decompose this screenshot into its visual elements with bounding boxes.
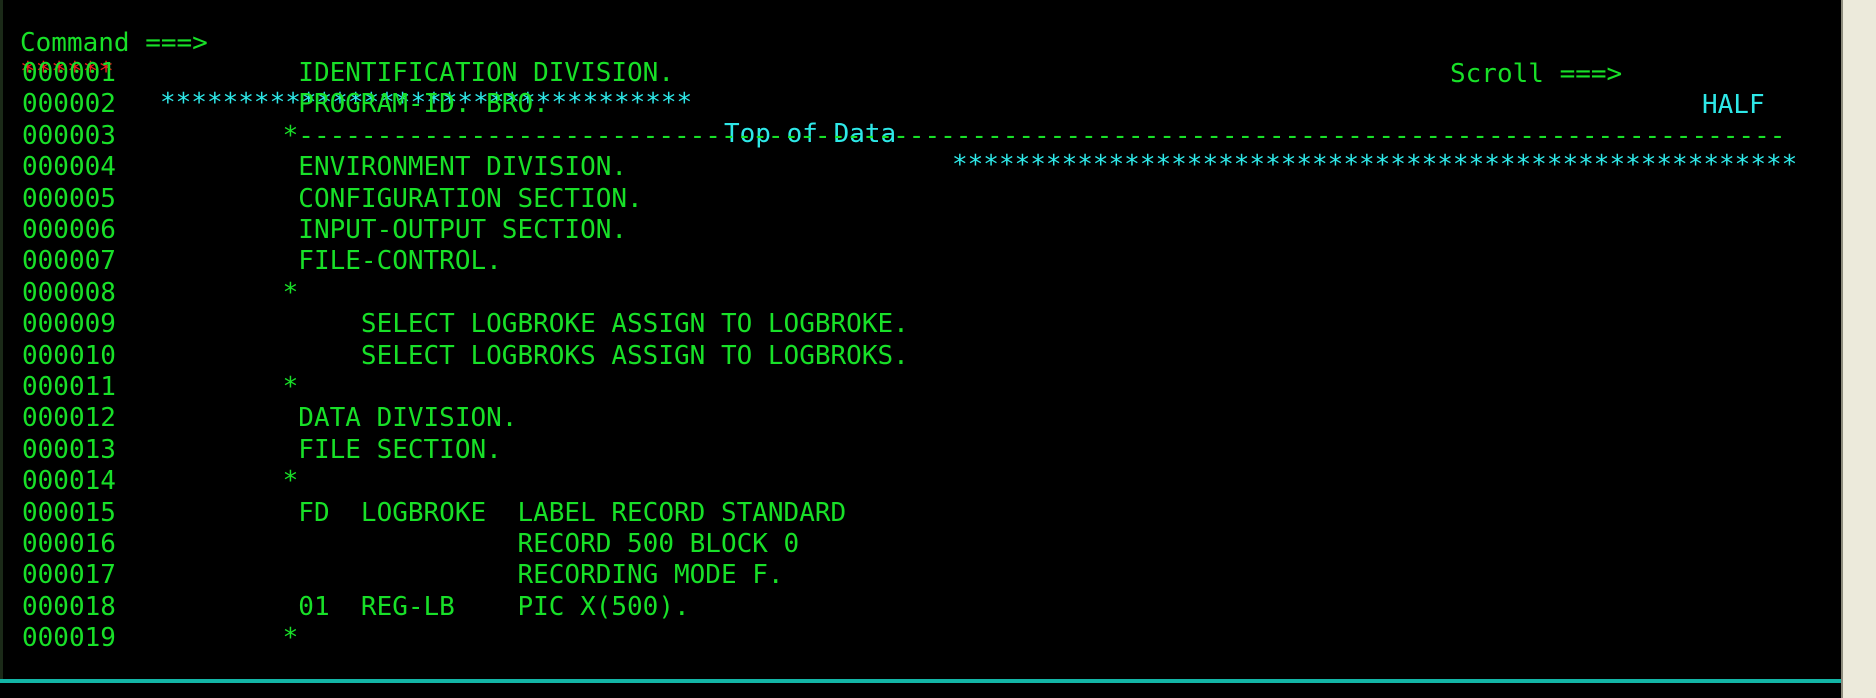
line-text[interactable]: RECORD 500 BLOCK 0 — [267, 529, 799, 560]
line-text[interactable]: INPUT-OUTPUT SECTION. — [267, 215, 627, 246]
line-text[interactable]: 01 REG-LB PIC X(500). — [267, 592, 689, 623]
source-line[interactable]: 000016 RECORD 500 BLOCK 0 — [0, 529, 1843, 560]
line-number: 000002 — [22, 89, 116, 120]
top-of-data-banner: ****** *********************************… — [0, 26, 1843, 180]
source-line[interactable]: 000009 SELECT LOGBROKE ASSIGN TO LOGBROK… — [0, 309, 1843, 340]
source-line[interactable]: 000013 FILE SECTION. — [0, 435, 1843, 466]
line-number: 000001 — [22, 58, 116, 88]
line-text[interactable]: FD LOGBROKE LABEL RECORD STANDARD — [267, 498, 846, 529]
line-number: 000008 — [22, 277, 116, 308]
line-number: 000011 — [22, 372, 116, 402]
source-line[interactable]: 000006 INPUT-OUTPUT SECTION. — [0, 215, 1843, 246]
line-text[interactable]: * — [267, 623, 299, 654]
source-line[interactable]: 000018 01 REG-LB PIC X(500). — [0, 592, 1843, 623]
line-number: 000012 — [22, 403, 116, 434]
source-line[interactable]: 000001 IDENTIFICATION DIVISION. — [0, 58, 1843, 89]
line-number: 000017 — [22, 560, 116, 591]
line-number: 000009 — [22, 309, 116, 340]
source-line[interactable]: 000004 ENVIRONMENT DIVISION. — [0, 152, 1843, 183]
line-text[interactable]: DATA DIVISION. — [267, 403, 517, 434]
command-line-row: Command ===> Scroll ===> HALF — [0, 0, 1843, 120]
line-number: 000018 — [22, 591, 116, 622]
line-text[interactable]: *---------------------------------------… — [267, 121, 1786, 152]
line-number: 000014 — [22, 466, 116, 497]
source-line[interactable]: 000003 *--------------------------------… — [0, 121, 1843, 152]
line-text[interactable]: * — [267, 466, 299, 497]
line-text[interactable]: FILE SECTION. — [267, 435, 502, 466]
line-text[interactable]: PROGRAM-ID. BRO. — [267, 89, 548, 120]
source-line[interactable]: 000005 CONFIGURATION SECTION. — [0, 184, 1843, 215]
source-line[interactable]: 000019 * — [0, 623, 1843, 654]
source-line[interactable]: 000017 RECORDING MODE F. — [0, 560, 1843, 591]
line-number: 000005 — [22, 183, 116, 214]
line-text[interactable]: * — [267, 278, 299, 309]
desktop-background — [1843, 0, 1876, 698]
line-number: 000004 — [22, 152, 116, 183]
line-text[interactable]: RECORDING MODE F. — [267, 560, 783, 591]
source-line[interactable]: 000014 * — [0, 466, 1843, 497]
source-line[interactable]: 000012 DATA DIVISION. — [0, 403, 1843, 434]
line-text[interactable]: ENVIRONMENT DIVISION. — [267, 152, 627, 183]
line-number: 000006 — [22, 215, 116, 245]
line-text[interactable]: CONFIGURATION SECTION. — [267, 184, 642, 215]
line-number: 000003 — [22, 120, 116, 151]
line-text[interactable]: IDENTIFICATION DIVISION. — [267, 58, 674, 89]
line-number: 000016 — [22, 529, 116, 559]
line-text[interactable]: * — [267, 372, 299, 403]
source-line[interactable]: 000002 PROGRAM-ID. BRO. — [0, 89, 1843, 120]
line-text[interactable]: FILE-CONTROL. — [267, 246, 502, 277]
line-number: 000013 — [22, 434, 116, 465]
line-text[interactable]: SELECT LOGBROKS ASSIGN TO LOGBROKS. — [267, 341, 909, 372]
terminal-bottom-fill — [0, 683, 1843, 698]
source-line[interactable]: 000011 * — [0, 372, 1843, 403]
terminal-screen[interactable]: Command ===> Scroll ===> HALF ****** ***… — [0, 0, 1843, 698]
line-number: 000010 — [22, 340, 116, 371]
line-number: 000007 — [22, 246, 116, 277]
source-line[interactable]: 000010 SELECT LOGBROKS ASSIGN TO LOGBROK… — [0, 341, 1843, 372]
line-number: 000015 — [22, 497, 116, 528]
source-line[interactable]: 000008 * — [0, 278, 1843, 309]
line-number: 000019 — [22, 623, 116, 654]
source-line[interactable]: 000007 FILE-CONTROL. — [0, 246, 1843, 277]
source-line[interactable]: 000015 FD LOGBROKE LABEL RECORD STANDARD — [0, 498, 1843, 529]
line-text[interactable]: SELECT LOGBROKE ASSIGN TO LOGBROKE. — [267, 309, 909, 340]
